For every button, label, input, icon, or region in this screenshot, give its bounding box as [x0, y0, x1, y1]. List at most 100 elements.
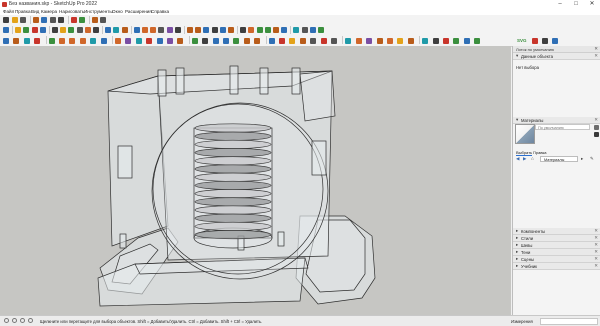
circle-icon[interactable] [76, 27, 83, 33]
menu-tools[interactable]: Инструменты [84, 9, 113, 14]
model-info-icon[interactable] [100, 17, 106, 23]
undo-icon[interactable] [70, 17, 77, 23]
text-icon[interactable] [211, 27, 218, 33]
collapsed-panel-header[interactable]: ▸ Шевы ✕ [513, 242, 600, 249]
rectangle-icon[interactable] [60, 27, 67, 33]
drape-icon[interactable] [453, 37, 460, 44]
panel-close-icon[interactable]: ✕ [594, 228, 598, 234]
copy-icon[interactable] [41, 17, 47, 23]
collapsed-panel-header[interactable]: ▸ Компоненты ✕ [513, 228, 600, 235]
front-view-icon[interactable] [366, 37, 373, 44]
panel-close-icon[interactable]: ✕ [594, 249, 598, 255]
entity-info-panel-header[interactable]: ▾ Данные объекта ✕ [513, 53, 600, 60]
hidden-line-icon[interactable] [299, 37, 306, 44]
forward-arrow-icon[interactable]: ▶ [523, 156, 527, 162]
polygon-icon[interactable] [84, 27, 91, 33]
smoove-icon[interactable] [432, 37, 439, 44]
panel-close-icon[interactable]: ✕ [594, 53, 598, 59]
collapsed-panel-header[interactable]: ▸ Учебник ✕ [513, 263, 600, 270]
rotate-icon[interactable] [125, 37, 132, 44]
pie-icon[interactable] [121, 27, 128, 33]
pan-icon[interactable] [248, 27, 255, 33]
bottom-view-icon[interactable] [407, 37, 414, 44]
rectangle-icon[interactable] [59, 37, 65, 44]
maximize-button[interactable]: □ [568, 0, 584, 8]
menu-extensions[interactable]: Расширения [125, 9, 152, 14]
back-arrow-icon[interactable]: ◀ [516, 156, 520, 162]
walk-icon[interactable] [309, 27, 316, 33]
panel-close-icon[interactable]: ✕ [594, 256, 598, 262]
axes-icon[interactable] [219, 27, 226, 33]
scale-icon[interactable] [166, 27, 173, 33]
collapsed-panel-header[interactable]: ▸ Сцены ✕ [513, 256, 600, 263]
minimize-button[interactable]: – [552, 0, 568, 8]
textured-icon[interactable] [320, 37, 327, 44]
scale-icon[interactable] [135, 37, 142, 44]
panel-close-icon[interactable]: ✕ [594, 263, 598, 269]
paint-bucket-icon[interactable] [23, 27, 30, 33]
follow-me-icon[interactable] [158, 27, 165, 33]
menu-window[interactable]: Окно [112, 9, 123, 14]
top-view-icon[interactable] [355, 37, 362, 44]
section-plane-icon[interactable] [318, 27, 324, 33]
shaded-icon[interactable] [310, 37, 317, 44]
measurements-input[interactable] [540, 317, 598, 325]
panel-close-icon[interactable]: ✕ [594, 242, 598, 248]
tape-measure-icon[interactable] [187, 27, 193, 33]
push-pull-icon[interactable] [142, 27, 148, 33]
iso-view-icon[interactable] [345, 37, 352, 44]
tape-icon[interactable] [156, 37, 163, 44]
push-pull-icon[interactable] [100, 37, 107, 44]
cursor-icon[interactable] [3, 37, 9, 44]
details-icon[interactable]: ▸ [581, 156, 583, 162]
materials-library-select[interactable]: Материалы [540, 156, 578, 162]
three-point-arc-icon[interactable] [113, 27, 120, 33]
cut-icon[interactable] [32, 17, 39, 23]
panel-close-icon[interactable]: ✕ [594, 235, 598, 241]
credits-icon[interactable] [12, 318, 17, 323]
redo-icon[interactable] [79, 17, 85, 23]
create-material-icon[interactable] [594, 125, 599, 130]
left-view-icon[interactable] [397, 37, 404, 44]
paste-icon[interactable] [49, 17, 56, 23]
save-icon[interactable] [20, 17, 26, 23]
polygon-icon[interactable] [90, 37, 97, 44]
user-icon[interactable] [20, 318, 25, 323]
text-icon[interactable] [167, 37, 173, 44]
pencil-icon[interactable] [48, 37, 55, 44]
right-view-icon[interactable] [376, 37, 383, 44]
menu-draw[interactable]: Нарисовать [59, 9, 84, 14]
rotate-icon[interactable] [150, 27, 157, 33]
axes-icon[interactable] [177, 37, 184, 44]
zoom-extents-icon[interactable] [273, 27, 279, 33]
back-view-icon[interactable] [387, 37, 393, 44]
panel-close-icon[interactable]: ✕ [594, 117, 598, 123]
stamp-icon[interactable] [443, 37, 449, 44]
position-camera-icon[interactable] [293, 27, 300, 33]
offset-icon[interactable] [146, 37, 153, 44]
move-icon[interactable] [133, 27, 140, 33]
shadow-icon[interactable] [243, 37, 250, 44]
move-icon[interactable] [115, 37, 121, 44]
print-icon[interactable] [91, 17, 98, 23]
section-icon[interactable] [191, 37, 198, 44]
monochrome-icon[interactable] [331, 37, 337, 44]
erase-icon[interactable] [58, 17, 64, 23]
menu-help[interactable]: Справка [151, 9, 169, 14]
warehouse-icon[interactable] [202, 37, 209, 44]
add-detail-icon[interactable] [463, 37, 470, 44]
circle-icon[interactable] [69, 37, 76, 44]
export-icon[interactable] [532, 37, 538, 44]
materials-panel-header[interactable]: ▾ Материалы ✕ [513, 117, 600, 124]
protractor-icon[interactable] [203, 27, 210, 33]
line-icon[interactable] [39, 27, 46, 33]
paint-bucket-icon[interactable] [594, 132, 599, 137]
orbit-icon[interactable] [240, 27, 247, 33]
extension-warehouse-icon[interactable] [212, 37, 219, 44]
back-edges-icon[interactable] [279, 37, 285, 44]
flip-edge-icon[interactable] [474, 37, 481, 44]
fog-icon[interactable] [254, 37, 261, 44]
collapsed-panel-header[interactable]: ▸ Стили ✕ [513, 235, 600, 242]
two-point-arc-icon[interactable] [105, 27, 112, 33]
style-icon[interactable] [233, 37, 240, 44]
